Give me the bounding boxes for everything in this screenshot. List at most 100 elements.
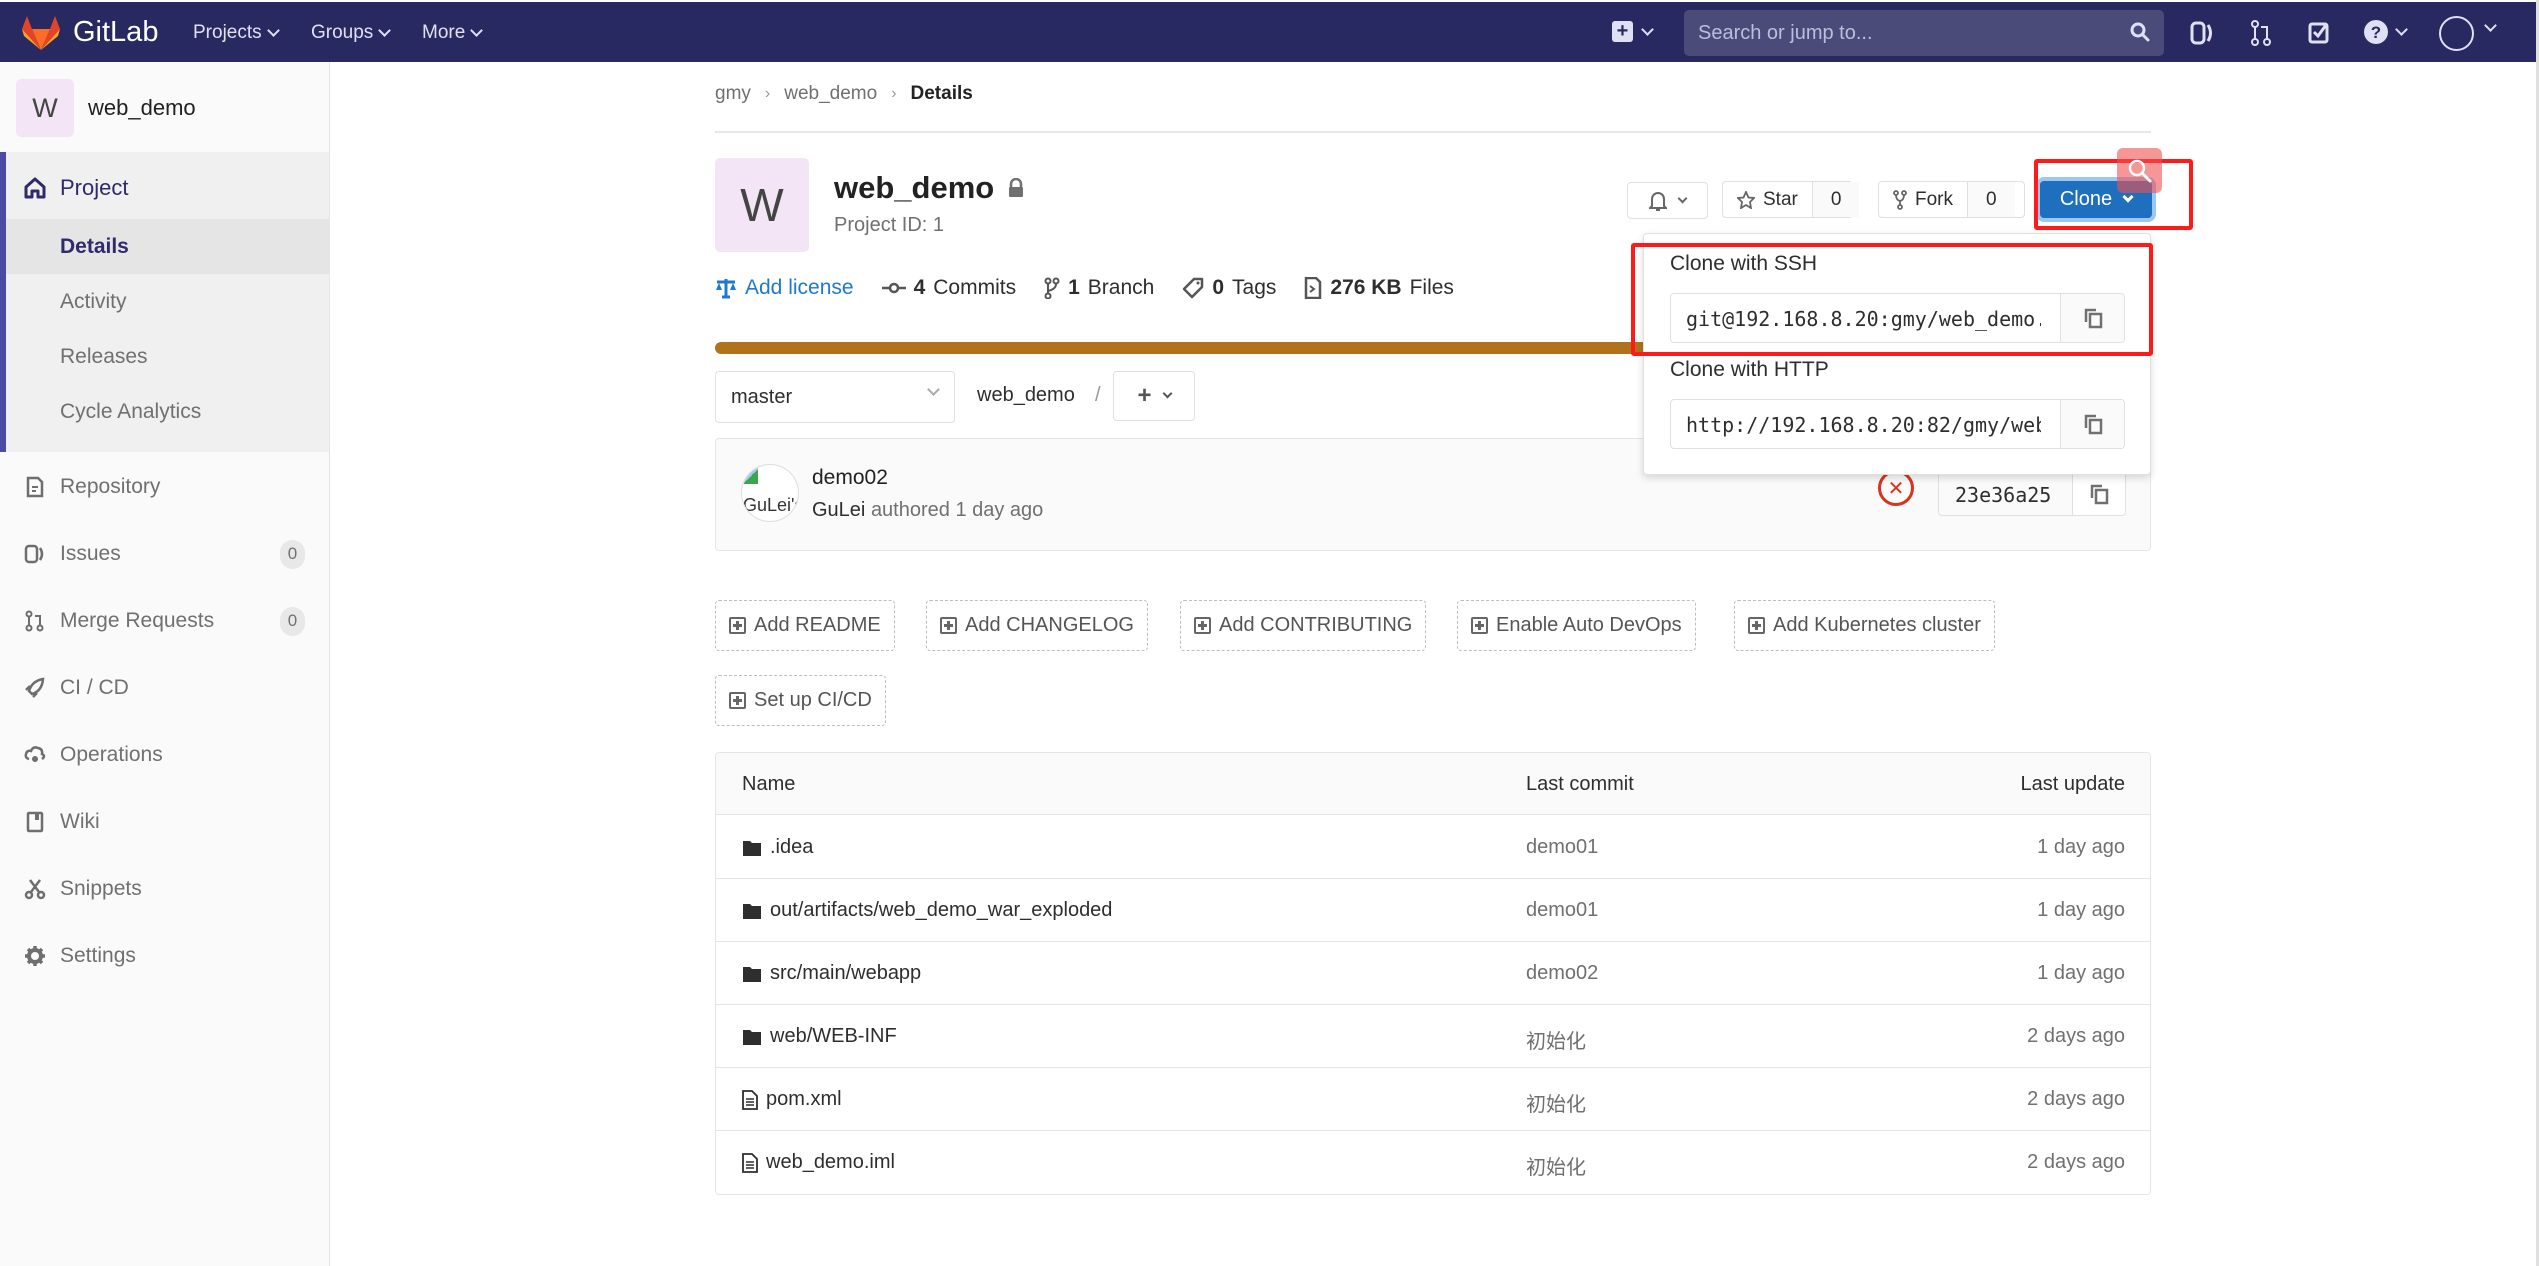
new-item-dropdown[interactable]: + [1612,21,1654,42]
breadcrumb-item-project[interactable]: web_demo [784,83,877,105]
sidebar-subitem-releases[interactable]: Releases [6,329,329,384]
star-count[interactable]: 0 [1811,182,1860,217]
star-button[interactable]: Star 0 [1722,181,1860,218]
sidebar-project-context[interactable]: W web_demo [16,79,196,137]
files-size-label: Files [1409,276,1454,299]
sidebar-subitem-cycle-analytics[interactable]: Cycle Analytics [6,384,329,439]
chevron-right-icon: › [764,85,771,102]
sidebar-item-project[interactable]: Project [24,175,128,201]
sidebar-item-operations[interactable]: Operations [0,730,329,780]
clone-http-field[interactable]: http://192.168.8.20:82/gmy/web_demo.git [1670,399,2125,449]
project-title: web_demo [834,170,1024,206]
commit-author-avatar[interactable]: GuLei's [741,464,799,522]
file-name-cell[interactable]: .idea [742,836,813,859]
fork-button[interactable]: Fork 0 [1878,181,2025,218]
sidebar-subitem-details[interactable]: Details [6,219,329,274]
user-avatar[interactable] [2439,16,2474,51]
sidebar-item-label: CI / CD [60,676,129,699]
copy-sha-button[interactable] [2072,472,2125,515]
setup-ci-cd-button[interactable]: Set up CI/CD [715,675,886,726]
commit-author[interactable]: GuLei [812,499,865,521]
last-update-cell: 2 days ago [2027,1151,2125,1173]
file-name-cell[interactable]: web_demo.iml [742,1151,895,1174]
sidebar-item-snippets[interactable]: Snippets [0,864,329,914]
notification-dropdown[interactable] [1627,182,1708,219]
sidebar-item-repository[interactable]: Repository [0,462,329,512]
sidebar-item-label: Merge Requests [60,609,215,632]
copy-ssh-url-button[interactable] [2060,294,2124,342]
table-row[interactable]: out/artifacts/web_demo_war_exploded demo0… [716,879,2150,942]
table-row[interactable]: .idea demo01 1 day ago [716,816,2150,879]
last-commit-cell[interactable]: 初始化 [1526,1025,1586,1054]
nav-more[interactable]: More [422,22,484,44]
fork-count[interactable]: 0 [1967,182,2015,217]
commit-title[interactable]: demo02 [812,466,888,490]
tree-path-root[interactable]: web_demo [977,384,1075,407]
nav-groups[interactable]: Groups [311,22,392,44]
file-name[interactable]: src/main/webapp [770,962,921,985]
scale-icon [716,279,736,299]
search-input[interactable]: Search or jump to... [1684,10,2164,56]
table-row[interactable]: web/WEB-INF 初始化 2 days ago [716,1005,2150,1068]
commit-sha[interactable]: 23e36a25 [1955,483,2051,507]
last-commit-cell[interactable]: demo01 [1526,836,1598,859]
breadcrumb-item-group[interactable]: gmy [715,83,751,105]
file-name[interactable]: pom.xml [766,1088,842,1111]
add-file-dropdown[interactable]: + [1113,371,1195,421]
file-name[interactable]: web/WEB-INF [770,1025,897,1048]
nav-projects-label: Projects [193,22,262,43]
add-contributing-button[interactable]: Add CONTRIBUTING [1180,600,1427,651]
sidebar-item-issues[interactable]: Issues 0 [0,529,329,579]
clone-http-url[interactable]: http://192.168.8.20:82/gmy/web_demo.git [1686,413,2041,437]
enable-auto-devops-button[interactable]: Enable Auto DevOps [1457,600,1696,651]
nav-projects[interactable]: Projects [193,22,280,44]
add-readme-button[interactable]: Add README [715,600,895,651]
last-commit-cell[interactable]: demo01 [1526,899,1598,922]
commits-link[interactable]: 4 Commits [881,276,1016,300]
file-name-cell[interactable]: web/WEB-INF [742,1025,897,1048]
table-row[interactable]: web_demo.iml 初始化 2 days ago [716,1131,2150,1194]
file-name-cell[interactable]: pom.xml [742,1088,842,1111]
brand-name[interactable]: GitLab [73,16,158,49]
breadcrumb-divider [715,131,2151,133]
add-changelog-button[interactable]: Add CHANGELOG [926,600,1148,651]
add-license-link[interactable]: Add license [715,276,854,300]
last-commit-cell[interactable]: demo02 [1526,962,1598,985]
files-size-link[interactable]: 276 KB Files [1304,276,1454,300]
help-icon: ? [2364,20,2388,44]
file-name-cell[interactable]: out/artifacts/web_demo_war_exploded [742,899,1112,922]
branch-selector[interactable]: master [715,371,955,423]
table-row[interactable]: pom.xml 初始化 2 days ago [716,1068,2150,1131]
last-update-cell: 1 day ago [2037,836,2125,858]
breadcrumb-item-current[interactable]: Details [911,83,973,105]
sidebar-subitem-activity[interactable]: Activity [6,274,329,329]
pipeline-failed-icon[interactable]: ✕ [1878,470,1914,506]
merge-request-icon[interactable] [2248,19,2274,47]
fork-toggle[interactable]: Fork [1879,189,1967,211]
tags-link[interactable]: 0 Tags [1182,276,1276,300]
chevron-down-icon [1641,22,1654,36]
table-row[interactable]: src/main/webapp demo02 1 day ago [716,942,2150,1005]
sidebar-item-label: Operations [60,743,163,766]
sidebar-item-settings[interactable]: Settings [0,931,329,981]
last-commit-cell[interactable]: 初始化 [1526,1088,1586,1117]
branches-link[interactable]: 1 Branch [1044,276,1154,300]
todo-icon[interactable] [2306,19,2332,47]
svg-text:?: ? [2371,23,2381,42]
file-name-cell[interactable]: src/main/webapp [742,962,921,985]
gitlab-logo-icon[interactable] [22,16,60,50]
sidebar-item-ci-cd[interactable]: CI / CD [0,663,329,713]
copy-http-url-button[interactable] [2060,400,2124,448]
sidebar-item-wiki[interactable]: Wiki [0,797,329,847]
issues-icon[interactable] [2189,19,2215,47]
last-commit-cell[interactable]: 初始化 [1526,1151,1586,1180]
file-name[interactable]: out/artifacts/web_demo_war_exploded [770,899,1112,922]
help-dropdown[interactable]: ? [2363,19,2408,45]
star-toggle[interactable]: Star [1723,189,1812,211]
clone-ssh-url[interactable]: git@192.168.8.20:gmy/web_demo.git [1686,307,2041,331]
clone-ssh-field[interactable]: git@192.168.8.20:gmy/web_demo.git [1670,293,2125,343]
file-name[interactable]: .idea [770,836,813,859]
file-name[interactable]: web_demo.iml [766,1151,895,1174]
add-kubernetes-cluster-button[interactable]: Add Kubernetes cluster [1734,600,1995,651]
sidebar-item-merge-requests[interactable]: Merge Requests 0 [0,596,329,646]
